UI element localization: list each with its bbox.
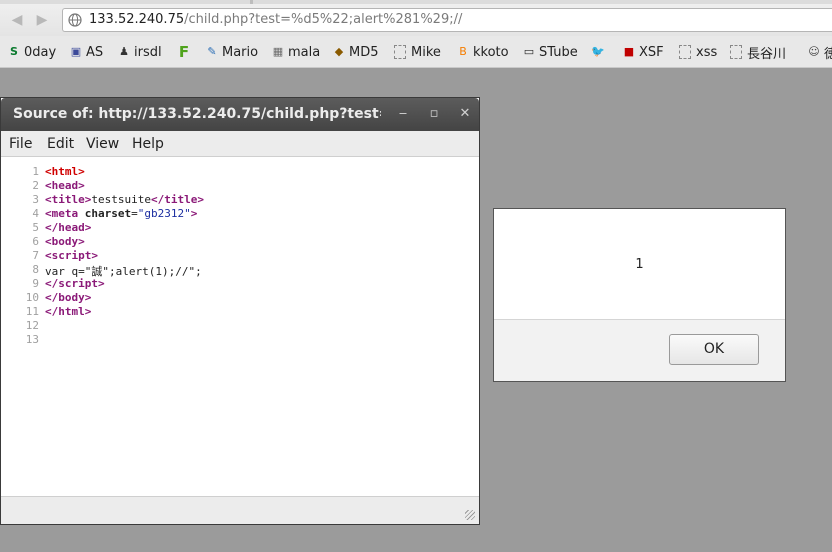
- line-number: 1: [32, 165, 39, 178]
- code-line: </head>: [45, 221, 92, 234]
- line-number: 11: [25, 305, 39, 318]
- line-number: 12: [25, 319, 39, 332]
- bookmark-label: Mario: [222, 44, 259, 60]
- bookmark-label: xss: [696, 44, 718, 60]
- line-number: 4: [32, 207, 39, 220]
- url-path: /child.php?test=%d5%22;alert%281%29;//: [184, 12, 463, 27]
- globe-icon: [68, 13, 82, 27]
- source-code-view[interactable]: 1 <html> 2 <head> 3 <title>testsuite</title> 4…: [1, 158, 479, 494]
- menu-file[interactable]: File: [9, 136, 32, 152]
- bookmark-label: kkoto: [473, 44, 509, 60]
- alert-message-area: 1: [494, 209, 785, 320]
- code-line: <meta charset="gb2312">: [45, 207, 198, 220]
- line-number: 5: [32, 221, 39, 234]
- f-logo-icon: F: [178, 43, 190, 61]
- bookmark-item[interactable]: ✎ Mario: [204, 44, 258, 60]
- menubar: File Edit View Help: [1, 131, 479, 157]
- menu-view[interactable]: View: [86, 136, 119, 152]
- xsf-icon: ■: [623, 45, 635, 58]
- twitter-icon: 🐦: [591, 45, 605, 58]
- tv-icon: ▭: [523, 45, 535, 58]
- url-bar[interactable]: 133.52.240.75/child.php?test=%d5%22;aler…: [62, 8, 832, 32]
- bookmark-label: 0day: [24, 44, 57, 60]
- statusbar: [1, 496, 479, 524]
- bookmark-label: mala: [288, 44, 321, 60]
- code-line: </html>: [45, 305, 92, 318]
- code-line: <title>testsuite</title>: [45, 193, 204, 206]
- view-source-window: Source of: http://133.52.240.75/child.ph…: [0, 97, 480, 525]
- blank-page-icon: [679, 45, 691, 59]
- code-line: <head>: [45, 179, 85, 192]
- bookmark-item[interactable]: ◆ MD5: [331, 44, 379, 60]
- bookmark-item[interactable]: 長谷川: [730, 44, 787, 62]
- sec-icon: S: [10, 45, 18, 58]
- bookmark-item[interactable]: Mike: [394, 44, 441, 60]
- person-icon: ♟: [119, 45, 129, 58]
- blank-page-icon: [394, 45, 406, 59]
- bookmark-item[interactable]: S 0day: [6, 44, 56, 60]
- close-icon[interactable]: ✕: [457, 106, 473, 122]
- line-number: 8: [32, 263, 39, 276]
- bookmark-label: 長谷川: [747, 46, 787, 62]
- blank-page-icon: [730, 45, 742, 59]
- mario-icon: ✎: [207, 45, 217, 58]
- bookmark-item[interactable]: ♟ irsdl: [116, 44, 162, 60]
- line-number: 2: [32, 179, 39, 192]
- bookmark-label: AS: [86, 44, 104, 60]
- md5-icon: ◆: [334, 45, 344, 58]
- code-line: <html>: [45, 165, 85, 178]
- line-number: 7: [32, 249, 39, 262]
- ok-button[interactable]: OK: [669, 334, 759, 365]
- bookmark-item[interactable]: ☺ 徳: [806, 44, 832, 62]
- line-number: 6: [32, 235, 39, 248]
- line-number: 13: [25, 333, 39, 346]
- code-line: <body>: [45, 235, 85, 248]
- bookmark-label: XSF: [639, 44, 664, 60]
- window-titlebar[interactable]: Source of: http://133.52.240.75/child.ph…: [1, 98, 479, 131]
- blogger-icon: B: [459, 45, 467, 58]
- mala-icon: ▦: [272, 45, 284, 58]
- url-host: 133.52.240.75: [89, 12, 185, 27]
- bookmark-item[interactable]: 🐦: [590, 44, 608, 60]
- bookmark-label: Mike: [411, 44, 441, 60]
- maximize-icon[interactable]: ▫: [426, 106, 442, 122]
- bookmark-label: 徳: [824, 46, 832, 62]
- code-line: <script>: [45, 249, 98, 262]
- menu-edit[interactable]: Edit: [47, 136, 74, 152]
- bookmark-item[interactable]: ▣ AS: [68, 44, 103, 60]
- code-line: </body>: [45, 291, 92, 304]
- bookmark-item[interactable]: xss: [679, 44, 717, 60]
- bookmarks-toolbar: S 0day ▣ AS ♟ irsdl F ✎ Mario ▦ mala ◆ MD5 Mike Bkkoto…: [0, 36, 832, 68]
- avatar-icon: ☺: [808, 45, 820, 58]
- back-arrow-icon[interactable]: ◀: [8, 12, 26, 28]
- code-line: </script>: [45, 277, 105, 290]
- bookmark-item[interactable]: ▦ mala: [270, 44, 320, 60]
- alert-message: 1: [635, 257, 644, 272]
- forward-arrow-icon[interactable]: ▶: [33, 12, 51, 28]
- resize-grip-icon[interactable]: [465, 510, 475, 520]
- url-text[interactable]: 133.52.240.75/child.php?test=%d5%22;aler…: [89, 12, 462, 27]
- bookmark-item[interactable]: F: [176, 44, 194, 60]
- navigation-toolbar: ◀ ▶ 133.52.240.75/child.php?test=%d5%22;…: [0, 4, 832, 36]
- line-number: 9: [32, 277, 39, 290]
- line-number: 3: [32, 193, 39, 206]
- bookmark-item[interactable]: ■ XSF: [621, 44, 664, 60]
- menu-help[interactable]: Help: [132, 136, 164, 152]
- alert-dialog: 1 OK: [493, 208, 786, 382]
- window-title: Source of: http://133.52.240.75/child.ph…: [13, 106, 381, 122]
- as-icon: ▣: [70, 45, 82, 58]
- bookmark-label: irsdl: [134, 44, 162, 60]
- bookmark-item[interactable]: Bkkoto: [455, 44, 509, 60]
- minimize-icon[interactable]: ‒: [395, 106, 411, 122]
- line-number: 10: [25, 291, 39, 304]
- bookmark-item[interactable]: ▭ STube: [521, 44, 578, 60]
- bookmark-label: STube: [539, 44, 578, 60]
- bookmark-label: MD5: [349, 44, 379, 60]
